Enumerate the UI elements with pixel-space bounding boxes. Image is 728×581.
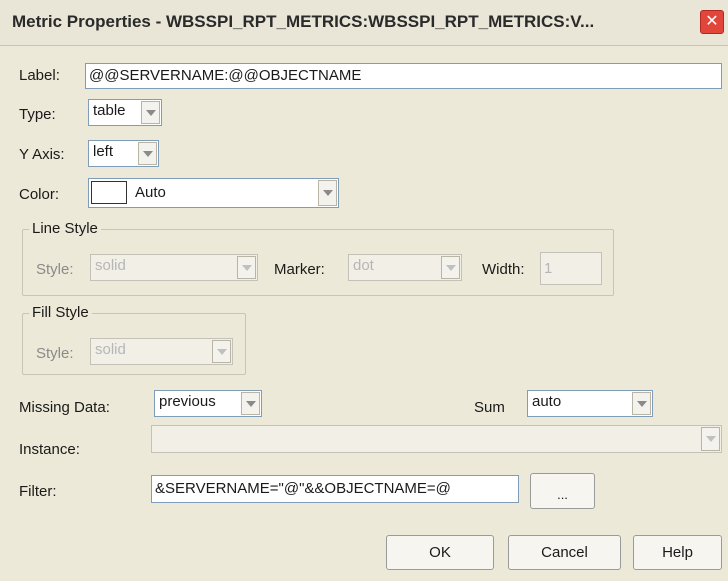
- fill-style-title: Fill Style: [29, 304, 92, 321]
- filter-value: &SERVERNAME="@"&&OBJECTNAME=@: [155, 480, 451, 497]
- marker-caption: Marker:: [274, 261, 325, 278]
- marker-select[interactable]: dot: [348, 254, 462, 281]
- sum-value: auto: [532, 393, 562, 410]
- help-button[interactable]: Help: [633, 535, 722, 570]
- sum-select[interactable]: auto: [527, 390, 653, 417]
- instance-caption: Instance:: [19, 441, 80, 458]
- metric-properties-dialog: Metric Properties - WBSSPI_RPT_METRICS:W…: [0, 0, 728, 581]
- chevron-down-icon[interactable]: [318, 180, 337, 206]
- filter-input[interactable]: &SERVERNAME="@"&&OBJECTNAME=@: [151, 475, 519, 503]
- type-caption: Type:: [19, 106, 56, 123]
- chevron-down-icon[interactable]: [241, 392, 260, 415]
- missing-data-value: previous: [159, 393, 216, 410]
- filter-caption: Filter:: [19, 483, 57, 500]
- width-caption: Width:: [482, 261, 525, 278]
- missing-data-caption: Missing Data:: [19, 399, 110, 416]
- chevron-down-icon[interactable]: [441, 256, 460, 279]
- fill-style-select[interactable]: solid: [90, 338, 233, 365]
- type-value: table: [93, 102, 126, 119]
- color-value: Auto: [135, 184, 166, 201]
- label-input[interactable]: @@SERVERNAME:@@OBJECTNAME: [85, 63, 722, 89]
- close-icon[interactable]: ✕: [700, 10, 724, 34]
- line-style-select[interactable]: solid: [90, 254, 258, 281]
- fill-style-value: solid: [95, 341, 126, 358]
- line-style-value: solid: [95, 257, 126, 274]
- window-title: Metric Properties - WBSSPI_RPT_METRICS:W…: [12, 12, 595, 31]
- sum-caption: Sum: [474, 399, 505, 416]
- missing-data-select[interactable]: previous: [154, 390, 262, 417]
- chevron-down-icon[interactable]: [701, 427, 720, 451]
- yaxis-value: left: [93, 143, 114, 160]
- chevron-down-icon[interactable]: [138, 142, 157, 165]
- chevron-down-icon[interactable]: [141, 101, 160, 124]
- yaxis-select[interactable]: left: [88, 140, 159, 167]
- chevron-down-icon[interactable]: [212, 340, 231, 363]
- label-caption: Label:: [19, 67, 60, 84]
- width-input[interactable]: 1: [540, 252, 602, 285]
- color-swatch: [91, 181, 127, 204]
- filter-browse-button[interactable]: ...: [530, 473, 595, 509]
- fill-style-caption: Style:: [36, 345, 74, 362]
- marker-value: dot: [353, 257, 374, 274]
- line-style-title: Line Style: [29, 220, 101, 237]
- chevron-down-icon[interactable]: [237, 256, 256, 279]
- chevron-down-icon[interactable]: [632, 392, 651, 415]
- line-style-caption: Style:: [36, 261, 74, 278]
- color-caption: Color:: [19, 186, 60, 203]
- cancel-button[interactable]: Cancel: [508, 535, 621, 570]
- instance-select[interactable]: [151, 425, 722, 453]
- yaxis-caption: Y Axis:: [19, 146, 65, 163]
- title-bar[interactable]: Metric Properties - WBSSPI_RPT_METRICS:W…: [0, 0, 728, 46]
- color-select[interactable]: Auto: [88, 178, 339, 208]
- type-select[interactable]: table: [88, 99, 162, 126]
- ok-button[interactable]: OK: [386, 535, 494, 570]
